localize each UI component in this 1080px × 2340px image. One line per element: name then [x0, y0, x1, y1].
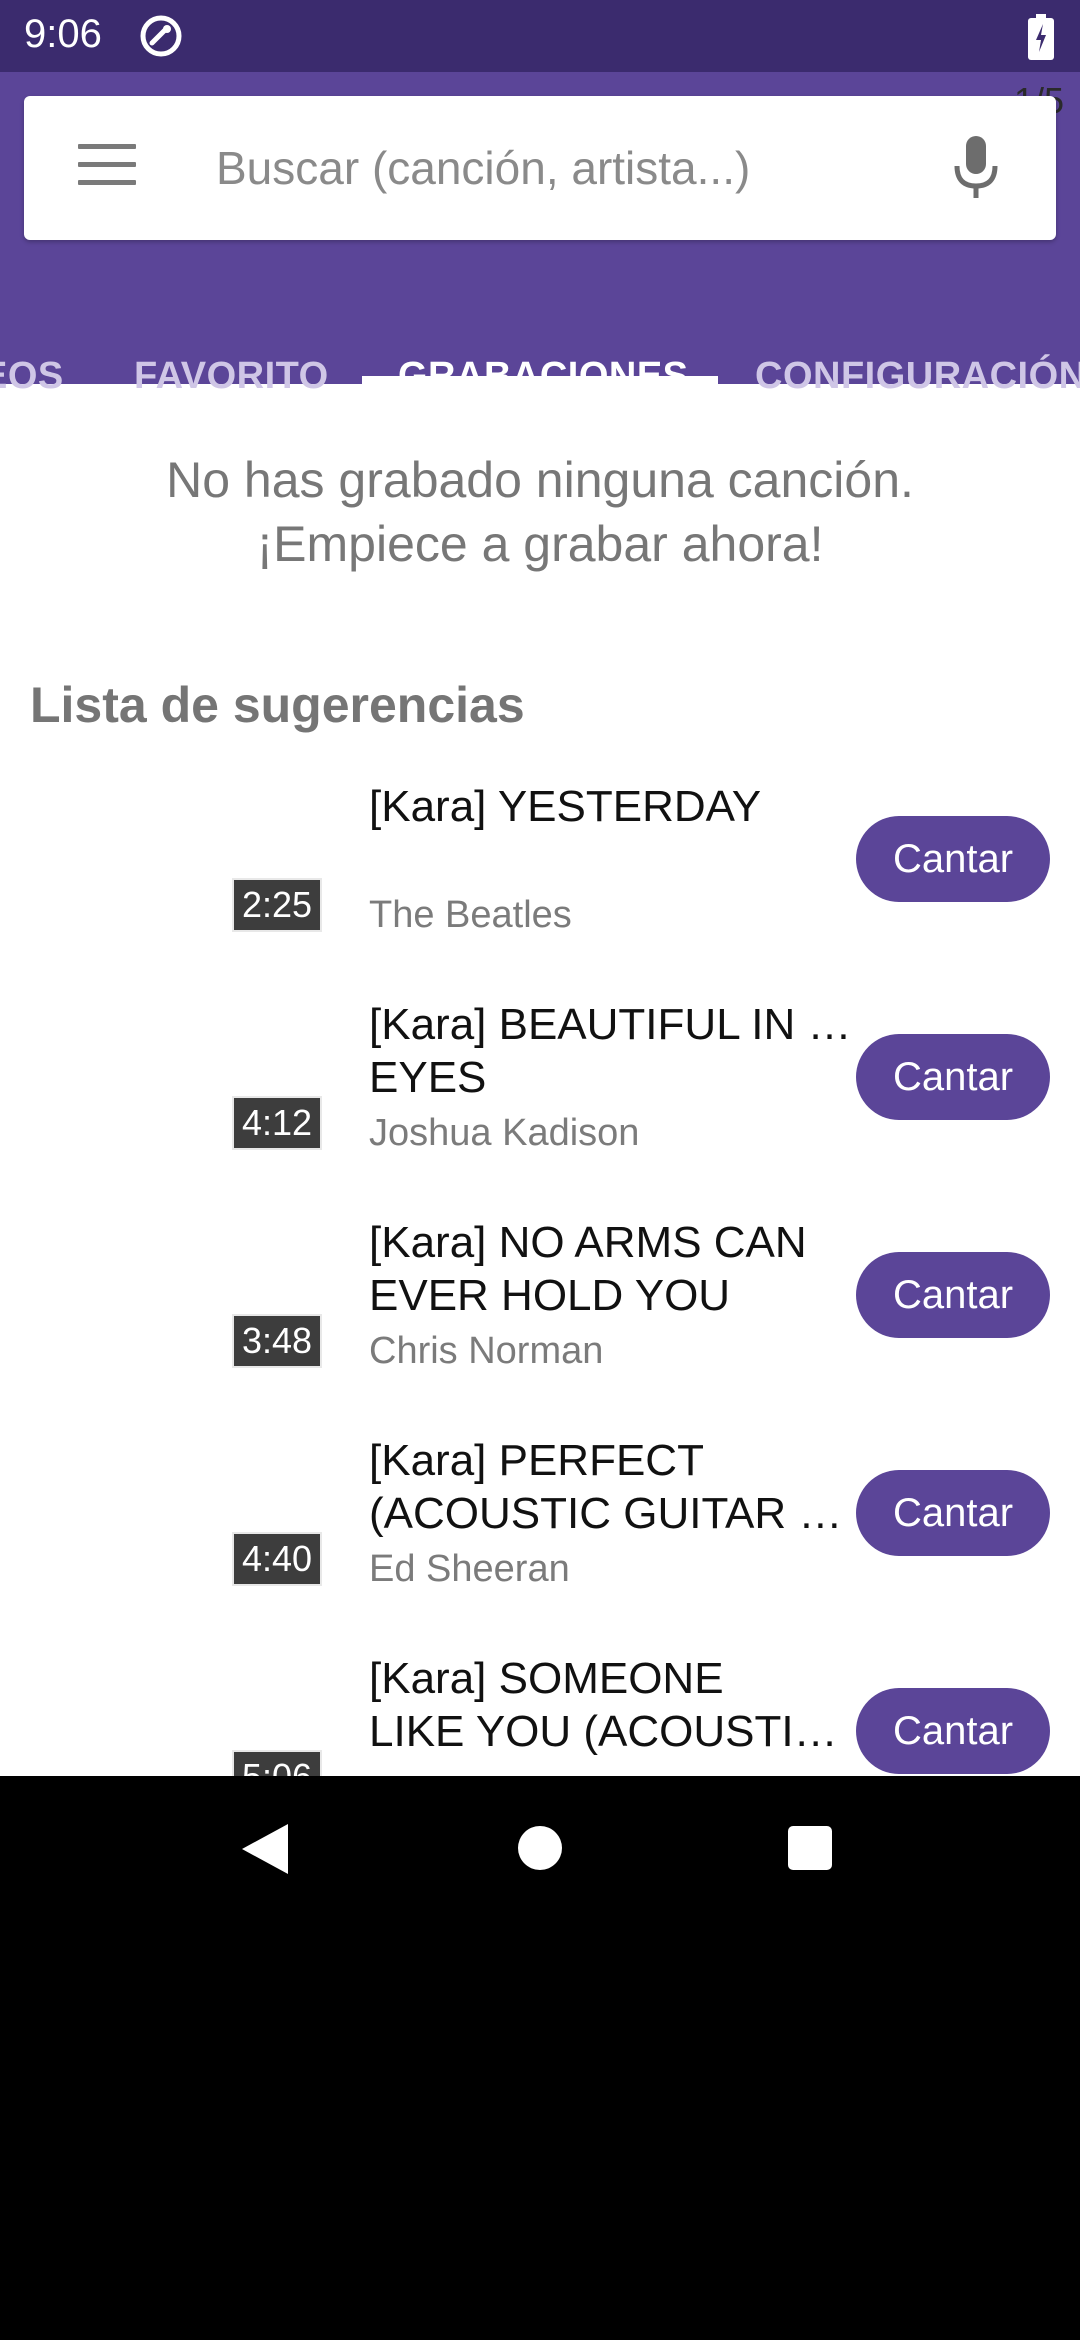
song-artist: Ed Sheeran [369, 1548, 570, 1590]
status-bar: 9:06 [0, 0, 1080, 72]
cantar-button[interactable]: Cantar [856, 1252, 1050, 1338]
song-title-line: EVER HOLD YOU [369, 1271, 731, 1320]
radio-circle-icon [140, 15, 182, 57]
empty-message-line-1: No has grabado ninguna canción. [166, 452, 914, 508]
home-circle-icon[interactable] [518, 1826, 562, 1870]
song-title-line: [Kara] YESTERDAY [369, 782, 762, 831]
battery-charging-icon [1028, 14, 1054, 60]
list-item[interactable]: 3:48 [Kara] NO ARMS CAN EVER HOLD YOU Ch… [0, 1198, 1080, 1416]
suggestions-title: Lista de sugerencias [30, 677, 525, 733]
song-title: [Kara] NO ARMS CAN EVER HOLD YOU [369, 1216, 859, 1322]
song-title-line: [Kara] BEAUTIFUL IN MY [369, 1000, 859, 1049]
song-title-line: LIKE YOU (ACOUSTIC ... [369, 1707, 859, 1756]
search-input[interactable] [216, 132, 916, 204]
list-item[interactable]: 4:40 [Kara] PERFECT (ACOUSTIC GUITAR V..… [0, 1416, 1080, 1634]
song-artist: Chris Norman [369, 1330, 604, 1372]
list-item[interactable]: 2:25 [Kara] YESTERDAY The Beatles Cantar [0, 762, 1080, 980]
song-title-line: (ACOUSTIC GUITAR V... [369, 1489, 859, 1538]
song-title: [Kara] SOMEONE LIKE YOU (ACOUSTIC ... [369, 1652, 859, 1758]
song-title-line: EYES [369, 1053, 487, 1102]
cantar-button[interactable]: Cantar [856, 1034, 1050, 1120]
song-title-line: [Kara] SOMEONE [369, 1654, 724, 1703]
system-nav-bar [0, 1776, 1080, 1920]
song-title: [Kara] BEAUTIFUL IN MY EYES [369, 998, 859, 1104]
duration-badge: 2:25 [232, 878, 322, 932]
recents-square-icon[interactable] [788, 1826, 832, 1870]
app-header: 1/5 EOS FAVORITO GRABACIONES CONFIGURACI… [0, 72, 1080, 397]
back-triangle-icon[interactable] [242, 1824, 288, 1874]
duration-badge: 5:06 [232, 1750, 322, 1776]
song-title: [Kara] YESTERDAY [369, 780, 859, 833]
empty-recordings-message: No has grabado ninguna canción. ¡Empiece… [40, 448, 1040, 576]
tab-bar: EOS FAVORITO GRABACIONES CONFIGURACIÓN [0, 312, 1080, 456]
duration-badge: 4:12 [232, 1096, 322, 1150]
status-time: 9:06 [24, 12, 102, 56]
list-item[interactable]: 4:12 [Kara] BEAUTIFUL IN MY EYES Joshua … [0, 980, 1080, 1198]
song-title: [Kara] PERFECT (ACOUSTIC GUITAR V... [369, 1434, 859, 1540]
tab-videos[interactable]: EOS [0, 312, 64, 456]
search-bar[interactable] [24, 96, 1056, 240]
active-tab-indicator [362, 376, 718, 384]
empty-message-line-2: ¡Empiece a grabar ahora! [256, 516, 824, 572]
duration-badge: 3:48 [232, 1314, 322, 1368]
cantar-button[interactable]: Cantar [856, 1470, 1050, 1556]
cantar-button[interactable]: Cantar [856, 1688, 1050, 1774]
cantar-button[interactable]: Cantar [856, 816, 1050, 902]
song-artist: The Beatles [369, 894, 572, 936]
hamburger-menu-icon[interactable] [78, 144, 136, 188]
microphone-icon[interactable] [952, 136, 1000, 200]
song-artist: Joshua Kadison [369, 1112, 640, 1154]
app-screen: 9:06 1/5 EOS FAVORITO [0, 0, 1080, 1776]
tab-configuracion[interactable]: CONFIGURACIÓN [755, 312, 1080, 456]
song-title-line: [Kara] NO ARMS CAN [369, 1218, 807, 1267]
tab-favorito[interactable]: FAVORITO [134, 312, 329, 456]
list-item[interactable]: 5:06 [Kara] SOMEONE LIKE YOU (ACOUSTIC .… [0, 1634, 1080, 1776]
duration-badge: 4:40 [232, 1532, 322, 1586]
song-title-line: [Kara] PERFECT [369, 1436, 704, 1485]
tab-grabaciones[interactable]: GRABACIONES [398, 312, 689, 456]
